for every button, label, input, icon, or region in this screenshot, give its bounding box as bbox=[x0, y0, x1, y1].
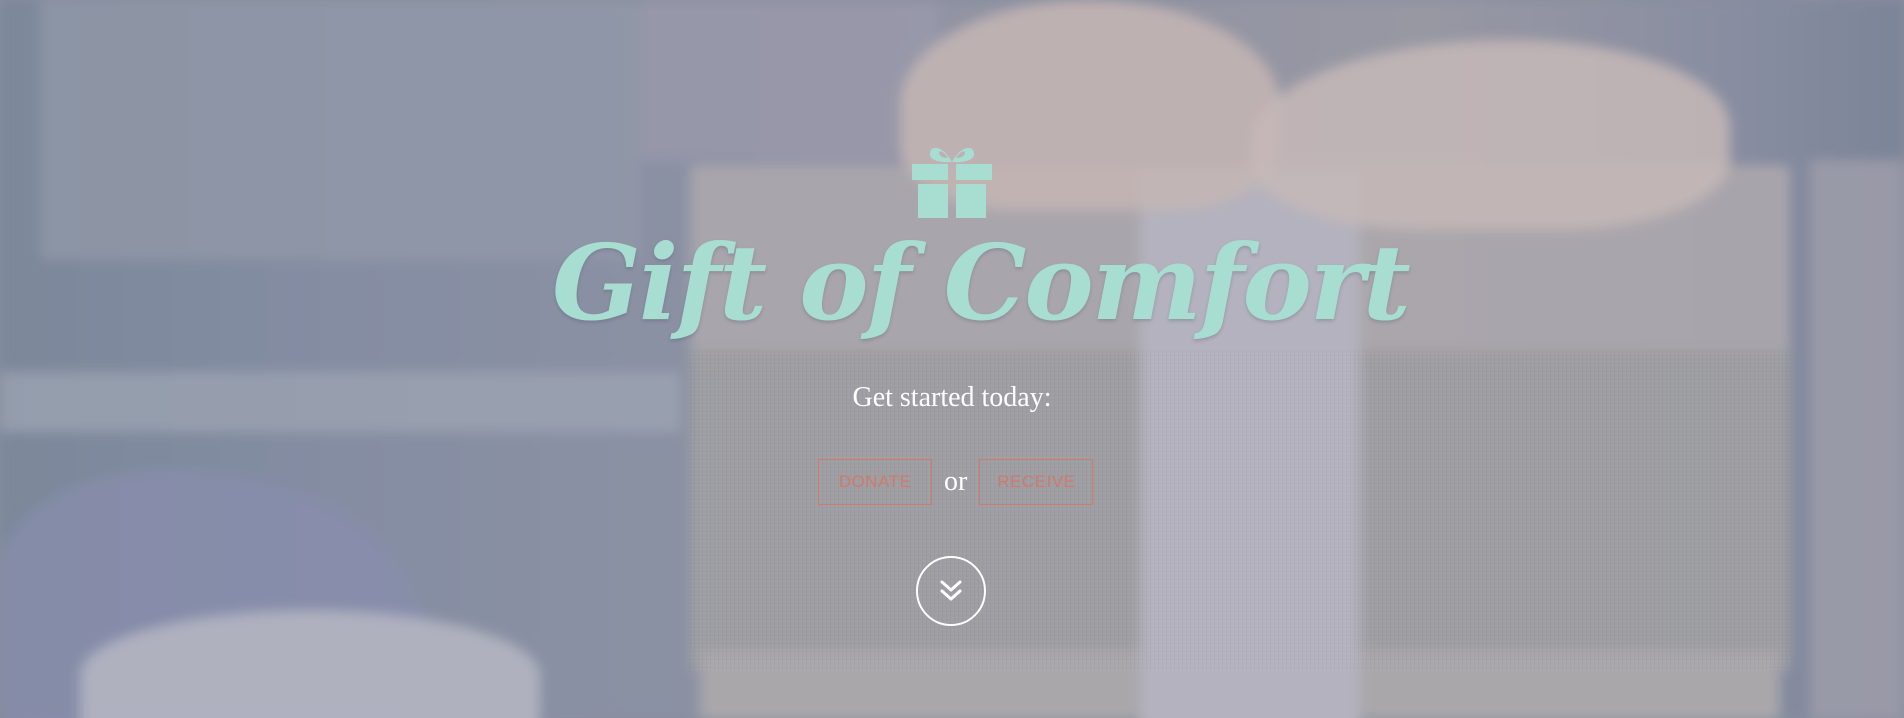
donate-button[interactable]: DONATE bbox=[818, 459, 932, 505]
hero-section: Gift of Comfort Get started today: DONAT… bbox=[0, 0, 1904, 718]
gift-icon bbox=[912, 147, 992, 218]
cta-group: DONATE or RECEIVE bbox=[818, 459, 1094, 505]
site-title: Gift of Comfort bbox=[552, 221, 1411, 344]
double-chevron-down-icon bbox=[940, 580, 962, 601]
scroll-down-button[interactable] bbox=[916, 556, 986, 626]
or-separator: or bbox=[944, 466, 968, 497]
hero-content: Gift of Comfort Get started today: DONAT… bbox=[0, 0, 1904, 718]
hero-subtitle: Get started today: bbox=[852, 382, 1052, 413]
receive-button[interactable]: RECEIVE bbox=[979, 459, 1094, 505]
